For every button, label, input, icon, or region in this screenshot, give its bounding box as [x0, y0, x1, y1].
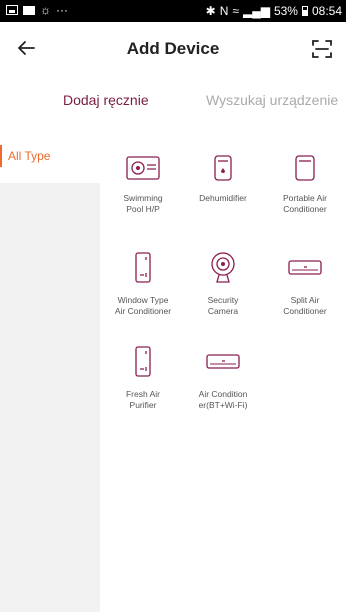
dehumidifier-icon: [214, 155, 232, 181]
air-purifier-icon: [135, 346, 151, 377]
more-icon: ···: [56, 3, 68, 17]
device-label: Swimming Pool H/P: [123, 193, 163, 214]
battery-icon: [301, 6, 308, 16]
status-bar: ☼ ··· ✱ N ≈ ▂▄▆ 53% 08:54: [0, 0, 346, 22]
page-title: Add Device: [126, 39, 220, 58]
clock: 08:54: [311, 4, 342, 18]
selected-marker: [0, 145, 2, 167]
image-icon: [6, 5, 18, 15]
device-ac-bt-wifi[interactable]: Air Condition er(BT+Wi-Fi): [182, 345, 264, 411]
device-portable-ac[interactable]: Portable Air Conditioner: [264, 153, 346, 215]
device-label: Dehumidifier: [199, 193, 247, 203]
device-security-camera[interactable]: Security Camera: [182, 251, 264, 317]
device-label: Air Condition er(BT+Wi-Fi): [198, 389, 248, 410]
scan-icon: [312, 40, 332, 58]
device-fresh-air-purifier[interactable]: Fresh Air Purifier: [102, 345, 184, 411]
battery-percent: 53%: [273, 4, 298, 18]
pool-heat-pump-icon: [126, 156, 160, 180]
tab-add-manually[interactable]: Dodaj ręcznie: [63, 92, 149, 108]
sidebar-item-label: All Type: [8, 149, 51, 163]
device-label: Security Camera: [207, 295, 239, 316]
bluetooth-icon: ✱: [205, 4, 216, 18]
scan-button[interactable]: [310, 37, 334, 61]
tab-search-device[interactable]: Wyszukaj urządzenie: [206, 92, 338, 108]
tab-bar: Dodaj ręcznie Wyszukaj urządzenie: [0, 78, 346, 122]
signal-icon: ▂▄▆: [242, 4, 270, 18]
sidebar-item-all-type[interactable]: All Type: [0, 133, 100, 183]
device-label: Split Air Conditioner: [283, 295, 327, 316]
device-split-ac[interactable]: Split Air Conditioner: [264, 251, 346, 317]
category-sidebar: All Type: [0, 133, 100, 612]
device-swimming-pool-hp[interactable]: Swimming Pool H/P: [102, 153, 184, 215]
device-label: Window Type Air Conditioner: [114, 295, 172, 316]
notification-icons: ☼ ···: [6, 3, 68, 17]
portable-ac-icon: [295, 155, 315, 181]
device-window-ac[interactable]: Window Type Air Conditioner: [102, 251, 184, 317]
device-dehumidifier[interactable]: Dehumidifier: [182, 153, 264, 204]
mail-icon: [23, 5, 35, 15]
nfc-icon: N: [219, 4, 229, 18]
security-camera-icon: [211, 252, 235, 283]
window-ac-icon: [135, 252, 151, 283]
system-indicators: ✱ N ≈ ▂▄▆ 53% 08:54: [206, 4, 342, 18]
split-ac-bt-icon: [206, 354, 240, 369]
app-header: Add Device: [0, 22, 346, 78]
device-label: Fresh Air Purifier: [125, 389, 160, 410]
split-ac-icon: [288, 260, 322, 275]
device-label: Portable Air Conditioner: [283, 193, 327, 214]
wifi-icon: ≈: [232, 4, 239, 18]
weather-icon: ☼: [40, 3, 51, 17]
